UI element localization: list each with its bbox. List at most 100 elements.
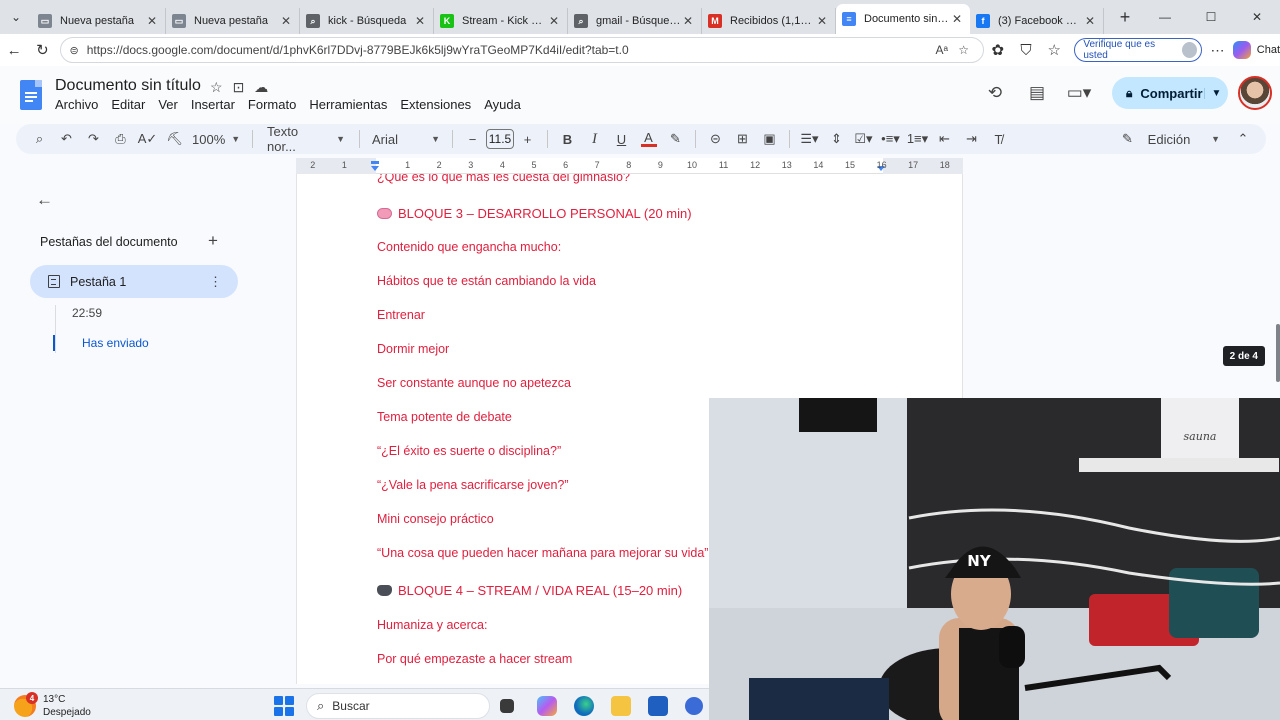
numbered-list-icon[interactable]: 1≡▾ (904, 127, 931, 151)
close-tab-icon[interactable]: ✕ (413, 14, 427, 28)
document-tab-item[interactable]: Pestaña 1 ⋮ (30, 265, 238, 298)
maximize-icon[interactable]: ☐ (1188, 0, 1234, 34)
tab-options-icon[interactable]: ⋮ (209, 274, 222, 290)
menu-item[interactable]: Archivo (55, 97, 98, 112)
copilot-chat-button[interactable]: Chat (1232, 41, 1280, 59)
add-comment-icon[interactable]: ⊞ (729, 127, 756, 151)
weather-widget[interactable]: 4 13°C Despejado (14, 692, 91, 719)
insert-link-icon[interactable]: ⊝ (702, 127, 729, 151)
url-text[interactable]: https://docs.google.com/document/d/1phvK… (87, 43, 931, 57)
star-icon[interactable]: ☆ (210, 79, 223, 96)
checklist-icon[interactable]: ☑▾ (850, 127, 877, 151)
read-aloud-icon[interactable]: Aᵃ (931, 43, 953, 57)
bulleted-list-icon[interactable]: •≡▾ (877, 127, 904, 151)
text-color-icon[interactable]: A (635, 127, 662, 151)
paragraph[interactable]: Hábitos que te están cambiando la vida (377, 274, 596, 288)
new-tab-plus-icon[interactable]: + (1110, 7, 1140, 28)
chat-app-icon[interactable] (685, 697, 703, 715)
menu-item[interactable]: Herramientas (309, 97, 387, 112)
undo-icon[interactable]: ↶ (53, 127, 80, 151)
cloud-saved-icon[interactable]: ☁ (254, 79, 268, 96)
favorite-star-icon[interactable]: ☆ (953, 43, 975, 57)
more-options-icon[interactable]: ⋯ (1206, 42, 1229, 59)
redo-icon[interactable]: ↷ (80, 127, 107, 151)
browser-tab[interactable]: ⌕ gmail - Búsqueda ✕ (568, 8, 702, 34)
account-avatar[interactable] (1238, 76, 1272, 110)
browser-tab[interactable]: ▭ Nueva pestaña ✕ (32, 8, 166, 34)
zoom-select[interactable]: 100% ▼ (188, 127, 246, 151)
decrease-font-size-icon[interactable]: − (459, 127, 486, 151)
close-tab-icon[interactable]: ✕ (279, 14, 293, 28)
browser-tab[interactable]: ≡ Documento sin títu ✕ (836, 4, 970, 34)
docs-logo-icon[interactable] (20, 80, 42, 110)
paragraph[interactable]: “¿Vale la pena sacrificarse joven?” (377, 478, 569, 492)
editing-mode-select[interactable]: ✎ Edición ▼ (1116, 127, 1226, 151)
tab-list-chevron-icon[interactable]: ⌄ (0, 0, 32, 34)
extensions-icon[interactable]: ✿ (984, 35, 1012, 65)
scrollbar-thumb[interactable] (1276, 324, 1280, 382)
share-button[interactable]: 🔒︎ Compartir ▼ (1112, 77, 1228, 109)
menu-item[interactable]: Editar (111, 97, 145, 112)
paint-format-icon[interactable]: ⛏ (161, 127, 188, 151)
task-view-icon[interactable] (500, 699, 514, 713)
insert-image-icon[interactable]: ▣ (756, 127, 783, 151)
browser-tab[interactable]: f (3) Facebook Marke✕ (970, 8, 1104, 34)
bold-icon[interactable]: B (554, 127, 581, 151)
paragraph[interactable]: Mini consejo práctico (377, 512, 494, 526)
store-icon[interactable] (648, 696, 668, 716)
align-icon[interactable]: ☰▾ (796, 127, 823, 151)
verify-identity-button[interactable]: Verifique que es usted (1074, 38, 1203, 62)
site-info-icon[interactable]: ⊜ (69, 44, 78, 57)
paragraph[interactable]: Entrenar (377, 308, 425, 322)
outline-heading[interactable]: 22:59 (72, 306, 102, 320)
paragraph[interactable]: Por qué empezaste a hacer stream (377, 652, 572, 666)
back-arrow-icon[interactable]: ← (36, 190, 53, 210)
section-heading[interactable]: BLOQUE 3 – DESARROLLO PERSONAL (20 min) (377, 206, 692, 221)
file-explorer-icon[interactable] (611, 696, 631, 716)
taskbar-search[interactable]: ⌕ Buscar (306, 693, 490, 719)
share-dropdown-icon[interactable]: ▼ (1204, 87, 1228, 99)
edge-app-icon[interactable] (574, 696, 594, 716)
font-size-input[interactable]: 11.5 (486, 129, 514, 149)
font-family-select[interactable]: Arial ▼ (366, 127, 446, 151)
browser-tab[interactable]: ▭ Nueva pestaña ✕ (166, 8, 300, 34)
menu-item[interactable]: Formato (248, 97, 296, 112)
move-folder-icon[interactable]: ⊡ (233, 79, 245, 96)
menu-item[interactable]: Ayuda (484, 97, 521, 112)
windows-start-icon[interactable] (274, 696, 294, 716)
paragraph[interactable]: ¿Qué es lo que más les cuesta del gimnas… (377, 174, 630, 184)
menu-item[interactable]: Ver (158, 97, 178, 112)
comments-icon[interactable]: ▤ (1016, 83, 1058, 103)
meet-video-icon[interactable]: ▭▾ (1058, 83, 1100, 103)
favorites-icon[interactable]: ☆ (1040, 35, 1068, 65)
search-menus-icon[interactable]: ⌕ (26, 127, 53, 151)
menu-item[interactable]: Insertar (191, 97, 235, 112)
paragraph[interactable]: Tema potente de debate (377, 410, 512, 424)
ruler[interactable]: 2 1 1 2 3 4 5 6 7 8 9 10 11 12 13 14 15 16 17 18 (296, 158, 963, 174)
line-spacing-icon[interactable]: ⇕ (823, 127, 850, 151)
highlight-icon[interactable]: ✎ (662, 127, 689, 151)
address-bar[interactable]: ⊜ https://docs.google.com/document/d/1ph… (60, 37, 984, 63)
close-tab-icon[interactable]: ✕ (815, 14, 829, 28)
close-tab-icon[interactable]: ✕ (547, 14, 561, 28)
browser-tab[interactable]: K Stream - Kick Dashb✕ (434, 8, 568, 34)
spellcheck-icon[interactable]: A✓ (134, 127, 161, 151)
print-icon[interactable]: ⎙ (107, 127, 134, 151)
outline-heading-active[interactable]: Has enviado (82, 336, 149, 350)
paragraph[interactable]: “¿El éxito es suerte o disciplina?” (377, 444, 561, 458)
close-tab-icon[interactable]: ✕ (681, 14, 695, 28)
paragraph[interactable]: Dormir mejor (377, 342, 449, 356)
browser-tab[interactable]: ⌕ kick - Búsqueda ✕ (300, 8, 434, 34)
paragraph-style-select[interactable]: Texto nor... ▼ (259, 124, 353, 154)
left-indent-marker[interactable] (371, 166, 379, 171)
first-line-indent-marker[interactable] (371, 161, 379, 164)
paragraph[interactable]: Contenido que engancha mucho: (377, 240, 561, 254)
clear-formatting-icon[interactable]: T̸ (985, 127, 1012, 151)
add-tab-icon[interactable]: + (208, 231, 218, 251)
underline-icon[interactable]: U (608, 127, 635, 151)
reload-icon[interactable]: ↻ (28, 35, 56, 65)
increase-indent-icon[interactable]: ⇥ (958, 127, 985, 151)
close-window-icon[interactable]: ✕ (1234, 0, 1280, 34)
copilot-app-icon[interactable] (537, 696, 557, 716)
decrease-indent-icon[interactable]: ⇤ (931, 127, 958, 151)
